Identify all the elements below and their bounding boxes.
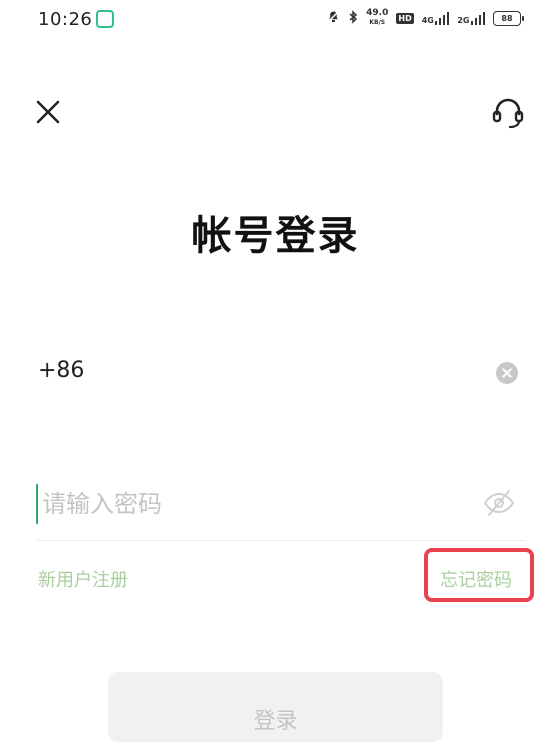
hd-badge: HD <box>396 12 414 24</box>
forgot-password-link[interactable]: 忘记密码 <box>440 566 512 592</box>
battery-icon: 88 <box>493 10 524 26</box>
password-field[interactable] <box>36 474 526 541</box>
close-icon <box>36 100 60 124</box>
app-notification-icon <box>96 10 114 28</box>
country-code-selector[interactable]: +86 <box>38 358 84 383</box>
notification-muted-icon <box>327 10 340 26</box>
login-button[interactable]: 登录 <box>108 672 443 742</box>
register-link[interactable]: 新用户注册 <box>38 566 128 592</box>
eye-hidden-icon <box>483 490 515 516</box>
network-speed-value: 49.0 <box>366 8 389 18</box>
password-input[interactable] <box>36 484 462 524</box>
status-time: 10:26 <box>38 9 93 30</box>
customer-support-button[interactable] <box>488 92 528 132</box>
page-title: 帐号登录 <box>191 213 360 259</box>
network-speed: 49.0 KB/S <box>366 9 388 27</box>
network-speed-unit: KB/S <box>369 19 386 26</box>
clear-input-icon[interactable] <box>496 362 518 384</box>
signal-1: 4G <box>422 11 450 25</box>
bluetooth-icon <box>348 9 358 27</box>
signal-2: 2G <box>457 11 485 25</box>
phone-field[interactable]: +86 <box>36 346 526 402</box>
headset-icon <box>492 98 524 129</box>
status-bar: 10:26 49.0 KB/S HD 4G 2G 88 <box>0 0 551 40</box>
status-icons: 49.0 KB/S HD 4G 2G 88 <box>327 8 524 28</box>
net-label-1: 4G <box>421 16 434 25</box>
close-button[interactable] <box>30 94 66 130</box>
net-label-2: 2G <box>457 16 470 25</box>
toggle-password-visibility-button[interactable] <box>482 488 516 518</box>
signal-icon <box>434 11 450 25</box>
signal-icon-2 <box>470 11 485 25</box>
